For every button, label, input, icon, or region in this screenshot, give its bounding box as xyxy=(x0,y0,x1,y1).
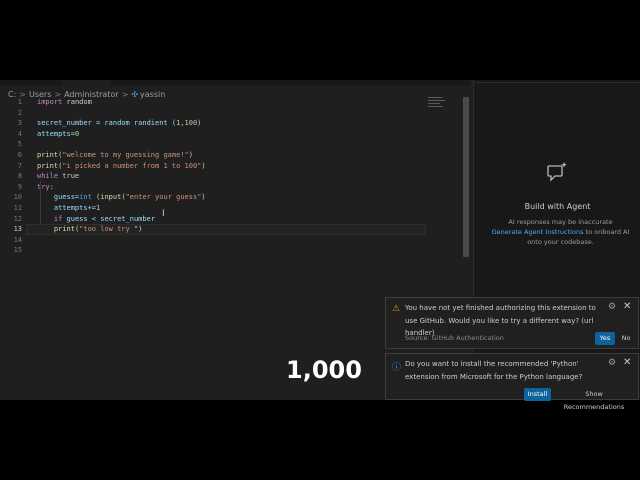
close-icon[interactable]: ✕ xyxy=(623,301,631,312)
close-icon[interactable]: ✕ xyxy=(623,357,631,368)
line-number: 11 xyxy=(13,204,22,212)
mouse-cursor-icon: I xyxy=(162,209,165,219)
chat-sparkle-icon xyxy=(547,162,567,182)
line-number: 1 xyxy=(17,98,22,106)
line-number: 8 xyxy=(17,172,22,181)
code-text: ) xyxy=(201,161,206,170)
minimap[interactable] xyxy=(428,97,446,109)
code-line[interactable]: 8 while true xyxy=(0,171,462,182)
code-text: ) xyxy=(188,151,193,159)
sidebar-divider xyxy=(474,82,640,83)
agent-desc-text: AI responses may be inaccurate xyxy=(508,218,613,226)
code-text: true xyxy=(58,172,80,181)
show-recommendations-button[interactable]: Show Recommendations xyxy=(555,388,633,411)
github-auth-notification: ⚠ You have not yet finished authorizing … xyxy=(385,297,639,349)
generate-instructions-link[interactable]: Generate Agent Instructions xyxy=(492,228,584,236)
builtin-name: int xyxy=(79,193,92,202)
code-text: ") xyxy=(133,225,143,234)
number-literal: 1 xyxy=(96,204,101,212)
line-number: 13 xyxy=(13,225,22,234)
code-line[interactable]: 2 xyxy=(0,108,462,119)
number-literal: 100 xyxy=(184,119,198,128)
code-text: attempts= xyxy=(37,129,75,138)
info-icon: ⓘ xyxy=(392,363,402,373)
code-text: ) xyxy=(197,119,202,128)
code-text: secret_number = random randient ( xyxy=(37,119,177,128)
no-button[interactable]: No xyxy=(618,332,634,345)
string-literal: "welcome to my guessing game!" xyxy=(62,151,189,159)
agent-desc-text: to onboard AI xyxy=(583,228,630,237)
line-number: 2 xyxy=(17,108,22,117)
code-text: guess= xyxy=(53,193,80,202)
install-button[interactable]: Install xyxy=(524,388,551,401)
yes-button[interactable]: Yes xyxy=(595,332,615,345)
number-literal: 0 xyxy=(74,129,80,138)
code-line[interactable]: 11 attempts+=1 xyxy=(0,203,462,214)
vscode-window: C: > Users > Administrator > ✣ yassin 1i… xyxy=(0,80,640,400)
function-name: print xyxy=(53,225,75,234)
code-text: attempts+= xyxy=(53,204,97,212)
function-name: print xyxy=(37,161,59,170)
code-line[interactable]: 1 import random xyxy=(0,97,462,108)
code-text: random xyxy=(62,98,92,106)
line-number: 5 xyxy=(17,140,22,149)
code-line[interactable]: 4 attempts=0 xyxy=(0,129,462,140)
line-number: 4 xyxy=(17,129,22,138)
code-line[interactable]: 10 guess=int (input("enter your guess") xyxy=(0,192,462,203)
editor-tab[interactable] xyxy=(62,80,110,86)
keyword: while xyxy=(37,172,59,181)
vertical-scrollbar[interactable] xyxy=(463,97,469,257)
agent-description: AI responses may be inaccurate Generate … xyxy=(488,217,633,248)
line-number: 6 xyxy=(17,151,22,159)
gear-icon[interactable]: ⚙ xyxy=(608,302,616,312)
keyword: import xyxy=(37,98,63,106)
string-literal: "enter your guess" xyxy=(125,193,202,202)
code-line[interactable]: 14 xyxy=(0,235,462,246)
code-line-current[interactable]: 13 print("too low try ") xyxy=(0,224,462,235)
line-number: 12 xyxy=(13,214,22,223)
code-line[interactable]: 5 xyxy=(0,139,462,150)
chat-sidebar: Build with Agent AI responses may be ina… xyxy=(473,80,640,400)
tab-strip xyxy=(0,80,470,86)
line-number: 9 xyxy=(17,182,22,191)
code-line[interactable]: 6 print("welcome to my guessing game!") xyxy=(0,150,462,161)
code-line[interactable]: 3 secret_number = random randient (1,100) xyxy=(0,118,462,129)
keyword: try xyxy=(37,182,50,191)
notification-message: Do you want to install the recommended '… xyxy=(405,360,583,381)
line-number: 10 xyxy=(13,193,22,202)
agent-title: Build with Agent xyxy=(524,202,591,211)
code-line[interactable]: 15 xyxy=(0,245,462,256)
indent-guide xyxy=(40,181,41,224)
string-literal: "too low try xyxy=(79,225,134,234)
line-number: 14 xyxy=(13,235,22,244)
line-number: 15 xyxy=(13,246,22,255)
function-name: print xyxy=(37,151,59,159)
python-extension-notification: ⓘ Do you want to install the recommended… xyxy=(385,353,639,411)
code-text: guess < secret_number xyxy=(62,214,156,223)
code-line[interactable]: 9 try: xyxy=(0,182,462,193)
agent-desc-text: onto your codebase. xyxy=(527,238,594,247)
code-line[interactable]: 7 print("i picked a number from 1 to 100"… xyxy=(0,161,462,172)
gear-icon[interactable]: ⚙ xyxy=(608,358,616,368)
function-name: input xyxy=(100,193,122,202)
line-number: 3 xyxy=(17,119,22,128)
string-literal: "i picked a number from 1 to 100" xyxy=(62,161,202,170)
code-text: ( xyxy=(91,193,101,202)
notification-source: Source: GitHub Authentication xyxy=(405,334,504,342)
code-text: : xyxy=(49,182,54,191)
overlay-counter: 1,000 xyxy=(286,356,362,384)
line-number: 7 xyxy=(17,161,22,170)
warning-icon: ⚠ xyxy=(392,304,401,314)
code-line[interactable]: 12 if guess < secret_number xyxy=(0,214,462,225)
code-text: ) xyxy=(201,193,206,202)
